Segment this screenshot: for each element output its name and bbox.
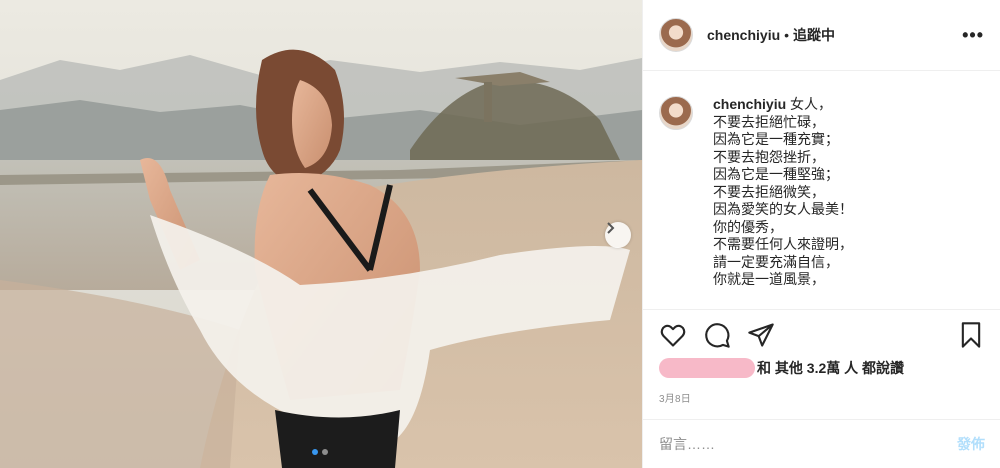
action-bar	[643, 309, 1000, 359]
share-icon[interactable]	[747, 321, 775, 349]
post-header: chenchiyiu • 追蹤中 •••	[643, 0, 1000, 71]
caption-line: 不要去拒絕微笑，	[713, 183, 825, 200]
post-comment-button[interactable]: 發佈	[957, 434, 985, 454]
caption-line: 不需要任何人來證明，	[713, 236, 853, 252]
caption-line: 你就是一道風景，	[713, 271, 825, 287]
beach-photo-illustration	[0, 0, 642, 468]
caption: chenchiyiu 女人， 不要去拒絕忙碌， 因為它是一種充實； 不要去抱怨挫…	[659, 96, 985, 289]
post-date[interactable]: 3月8日	[659, 390, 691, 405]
comment-input[interactable]	[659, 436, 957, 452]
redacted-username	[659, 358, 755, 378]
caption-avatar[interactable]	[659, 96, 693, 130]
caption-username[interactable]: chenchiyiu	[713, 96, 786, 112]
caption-line: 因為它是一種充實；	[713, 131, 839, 147]
caption-area: chenchiyiu 女人， 不要去拒絕忙碌， 因為它是一種充實； 不要去抱怨挫…	[643, 72, 1000, 308]
caption-text: chenchiyiu 女人， 不要去拒絕忙碌， 因為它是一種充實； 不要去抱怨挫…	[713, 96, 853, 289]
carousel-indicator	[312, 449, 328, 455]
author-avatar[interactable]	[659, 18, 693, 52]
header-separator: •	[784, 27, 790, 43]
next-photo-button[interactable]	[605, 222, 631, 248]
caption-line: 請一定要充滿自信，	[713, 253, 839, 270]
heart-icon[interactable]	[659, 321, 687, 349]
likes-summary[interactable]: 和 其他 3.2萬 人 都說讚	[659, 358, 904, 378]
carousel-dot-1	[312, 449, 318, 455]
caption-line: 女人，	[786, 96, 833, 112]
follow-status-button[interactable]: 追蹤中	[793, 25, 835, 45]
caption-line: 不要去抱怨挫折，	[713, 148, 825, 165]
comment-bar: 發佈	[643, 419, 1000, 468]
post-photo[interactable]	[0, 0, 642, 468]
caption-line: 因為愛笑的女人最美！	[713, 201, 853, 217]
carousel-dot-2	[322, 449, 328, 455]
author-username[interactable]: chenchiyiu	[707, 27, 780, 43]
more-options-icon[interactable]: •••	[962, 25, 984, 46]
caption-line: 你的優秀，	[713, 218, 783, 235]
caption-line: 因為它是一種堅強；	[713, 166, 839, 182]
bookmark-icon[interactable]	[957, 321, 985, 349]
caption-line: 不要去拒絕忙碌，	[713, 113, 825, 130]
post-detail-panel: chenchiyiu • 追蹤中 ••• chenchiyiu 女人， 不要去拒…	[642, 0, 1000, 468]
comment-icon[interactable]	[703, 321, 731, 349]
likes-count-text[interactable]: 和 其他 3.2萬 人 都說讚	[757, 358, 904, 378]
